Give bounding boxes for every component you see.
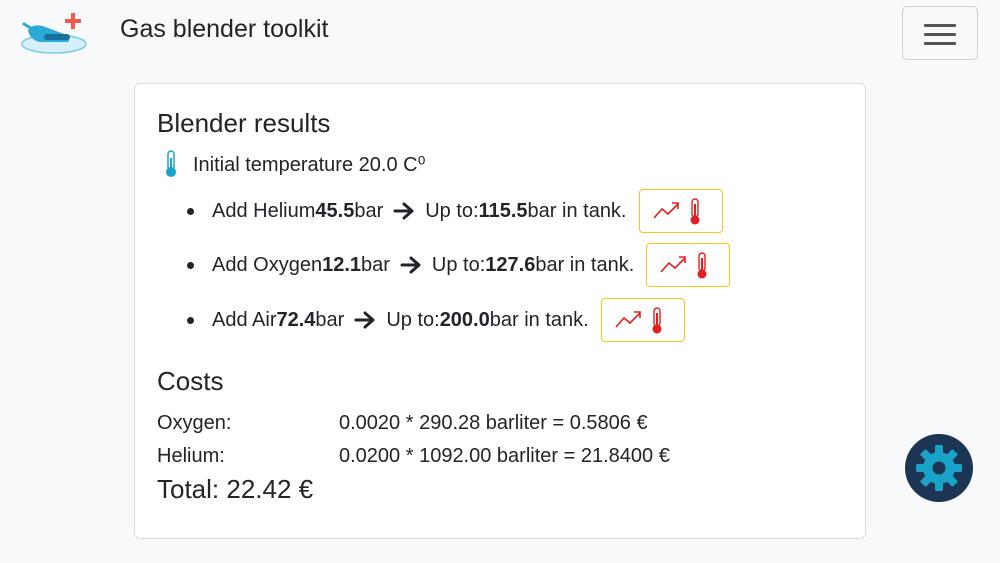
temperature-chart-button[interactable] bbox=[638, 189, 723, 233]
cost-label: Helium: bbox=[157, 445, 225, 467]
step-amount: 72.4 bbox=[276, 308, 316, 331]
cost-label: Oxygen: bbox=[157, 412, 232, 434]
app-brand-title[interactable]: Gas blender toolkit bbox=[120, 15, 328, 44]
step-amount-unit: bar bbox=[315, 308, 345, 331]
step-amount-unit: bar bbox=[361, 253, 390, 276]
step-upto-suffix: bar in tank. bbox=[489, 308, 589, 331]
cost-calculation: 0.0200 * 1092.00 barliter = 21.8400 € bbox=[339, 445, 670, 467]
cost-calculation: 0.0020 * 290.28 barliter = 0.5806 € bbox=[339, 412, 648, 434]
initial-temperature: Initial temperature 20.0 C⁰ bbox=[163, 150, 426, 178]
list-bullet bbox=[187, 261, 194, 269]
menu-toggle-button[interactable] bbox=[902, 6, 978, 60]
step-prefix: Add Air bbox=[212, 308, 277, 331]
list-bullet bbox=[187, 207, 194, 215]
temperature-chart-button[interactable] bbox=[646, 243, 731, 287]
step-upto-value: 127.6 bbox=[485, 253, 536, 276]
step-amount: 45.5 bbox=[315, 199, 355, 222]
step-upto-label: Up to: bbox=[425, 199, 479, 222]
trending-up-thermometer-icon bbox=[660, 252, 707, 279]
step-amount-unit: bar bbox=[354, 199, 384, 222]
trending-up-thermometer-icon bbox=[615, 307, 662, 334]
step-upto-value: 115.5 bbox=[478, 199, 528, 222]
step-upto-suffix: bar in tank. bbox=[527, 199, 627, 222]
step-amount: 12.1 bbox=[322, 253, 362, 276]
blend-step: Add Helium 45.5 bar Up to: 115.5 bar in … bbox=[187, 189, 723, 233]
hamburger-icon bbox=[924, 24, 956, 27]
step-upto-value: 200.0 bbox=[439, 308, 490, 331]
trending-up-thermometer-icon bbox=[652, 198, 699, 225]
costs-title: Costs bbox=[157, 366, 224, 396]
total-cost: Total: 22.42 € bbox=[157, 474, 314, 504]
navbar: Gas blender toolkit bbox=[0, 0, 1000, 64]
results-title: Blender results bbox=[157, 108, 331, 138]
list-bullet bbox=[187, 316, 194, 324]
step-upto-suffix: bar in tank. bbox=[535, 253, 635, 276]
blend-step: Add Air 72.4 bar Up to: 200.0 bar in tan… bbox=[187, 298, 685, 342]
arrow-right-icon bbox=[354, 311, 375, 329]
arrow-right-icon bbox=[400, 256, 421, 274]
settings-fab-button[interactable] bbox=[905, 434, 973, 502]
app-logo-icon[interactable] bbox=[20, 10, 90, 56]
blend-step: Add Oxygen 12.1 bar Up to: 127.6 bar in … bbox=[187, 243, 731, 287]
initial-temperature-label: Initial temperature 20.0 C⁰ bbox=[193, 153, 426, 176]
arrow-right-icon bbox=[393, 202, 414, 220]
hamburger-icon-line bbox=[924, 42, 956, 45]
gear-icon bbox=[916, 445, 962, 491]
step-upto-label: Up to: bbox=[386, 308, 440, 331]
temperature-chart-button[interactable] bbox=[600, 298, 685, 342]
results-card: Blender results Initial temperature 20.0… bbox=[134, 83, 866, 539]
hamburger-icon-line bbox=[924, 33, 956, 36]
step-prefix: Add Helium bbox=[212, 199, 316, 222]
thermometer-icon bbox=[166, 150, 176, 177]
step-upto-label: Up to: bbox=[431, 253, 486, 276]
step-prefix: Add Oxygen bbox=[212, 253, 323, 276]
